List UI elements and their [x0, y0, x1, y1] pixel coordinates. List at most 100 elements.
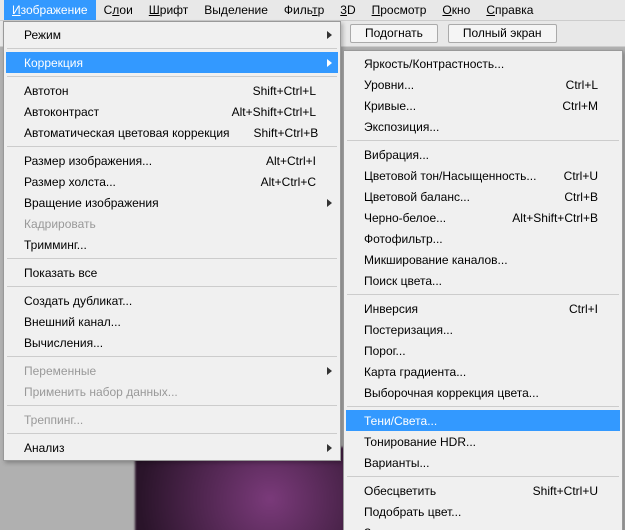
menu-item-label: Размер изображения... [24, 154, 242, 168]
adjustments-item-2[interactable]: Кривые... Ctrl+M [346, 95, 620, 116]
adjustments-item-8[interactable]: Черно-белое... Alt+Shift+Ctrl+B [346, 207, 620, 228]
image-menu-item-23: Треппинг... [6, 409, 338, 430]
menu-item-label: Вычисления... [24, 336, 316, 350]
menu-item-label: Анализ [24, 441, 316, 455]
menubar-item-изображение[interactable]: Изображение [4, 0, 96, 20]
menu-item-label: Автотон [24, 84, 229, 98]
image-menu-item-5[interactable]: АвтоконтрастAlt+Shift+Ctrl+L [6, 101, 338, 122]
image-menu-separator [7, 258, 337, 259]
menu-item-shortcut: Shift+Ctrl+L [253, 84, 316, 98]
adjustments-item-6[interactable]: Цветовой тон/Насыщенность... Ctrl+U [346, 165, 620, 186]
chevron-right-icon [327, 199, 332, 207]
adjustments-item-17[interactable]: Выборочная коррекция цвета... [346, 382, 620, 403]
menu-item-shortcut: Ctrl+L [566, 78, 598, 92]
image-menu-separator [7, 405, 337, 406]
fit-button[interactable]: Подогнать [350, 24, 438, 43]
menu-item-label: Внешний канал... [24, 315, 316, 329]
image-menu-separator [7, 76, 337, 77]
adjustments-item-5[interactable]: Вибрация... [346, 144, 620, 165]
adjustments-item-23[interactable]: ОбесцветитьShift+Ctrl+U [346, 480, 620, 501]
image-menu-separator [7, 48, 337, 49]
menu-item-shortcut: Ctrl+U [564, 169, 598, 183]
image-menu-item-12[interactable]: Тримминг... [6, 234, 338, 255]
menu-item-label: Инверсия [364, 302, 545, 316]
chevron-right-icon [327, 367, 332, 375]
adjustments-item-14[interactable]: Постеризация... [346, 319, 620, 340]
menu-item-label: Размер холста... [24, 175, 237, 189]
menu-item-label: Автоматическая цветовая коррекция [24, 126, 230, 140]
adjustments-separator [347, 294, 619, 295]
menu-item-label: Порог... [364, 344, 598, 358]
adjustments-item-3[interactable]: Экспозиция... [346, 116, 620, 137]
image-menu-item-9[interactable]: Размер холста...Alt+Ctrl+C [6, 171, 338, 192]
adjustments-item-13[interactable]: Инверсия Ctrl+I [346, 298, 620, 319]
image-menu-item-11: Кадрировать [6, 213, 338, 234]
menubar-item-шрифт[interactable]: Шрифт [141, 0, 196, 20]
menubar-item-справка[interactable]: Справка [478, 0, 541, 20]
menu-item-shortcut: Ctrl+M [562, 99, 598, 113]
image-menu-item-25[interactable]: Анализ [6, 437, 338, 458]
adjustments-separator [347, 406, 619, 407]
image-menu-item-21: Применить набор данных... [6, 381, 338, 402]
adjustments-item-7[interactable]: Цветовой баланс...Ctrl+B [346, 186, 620, 207]
adjustments-item-11[interactable]: Поиск цвета... [346, 270, 620, 291]
menu-item-label: Коррекция [24, 56, 316, 70]
menubar-item-выделение[interactable]: Выделение [196, 0, 276, 20]
image-menu-item-10[interactable]: Вращение изображения [6, 192, 338, 213]
adjustments-separator [347, 476, 619, 477]
menu-item-label: Вращение изображения [24, 196, 316, 210]
image-menu-separator [7, 146, 337, 147]
menubar-item-слои[interactable]: Слои [96, 0, 141, 20]
menu-item-label: Заменить цвет... [364, 526, 598, 530]
adjustments-item-16[interactable]: Карта градиента... [346, 361, 620, 382]
menu-item-shortcut: Ctrl+B [564, 190, 598, 204]
menu-item-label: Треппинг... [24, 413, 316, 427]
menu-item-shortcut: Alt+Shift+Ctrl+B [512, 211, 598, 225]
chevron-right-icon [327, 444, 332, 452]
adjustments-item-10[interactable]: Микширование каналов... [346, 249, 620, 270]
chevron-right-icon [327, 59, 332, 67]
adjustments-item-1[interactable]: Уровни... Ctrl+L [346, 74, 620, 95]
image-menu-item-8[interactable]: Размер изображения...Alt+Ctrl+I [6, 150, 338, 171]
menu-item-shortcut: Shift+Ctrl+B [254, 126, 319, 140]
fullscreen-button[interactable]: Полный экран [448, 24, 557, 43]
menubar-item-окно[interactable]: Окно [434, 0, 478, 20]
adjustments-item-15[interactable]: Порог... [346, 340, 620, 361]
menubar-item-3d[interactable]: 3D [332, 0, 363, 20]
adjustments-item-21[interactable]: Варианты... [346, 452, 620, 473]
menu-item-label: Вибрация... [364, 148, 598, 162]
menu-item-label: Цветовой тон/Насыщенность... [364, 169, 540, 183]
image-menu-separator [7, 356, 337, 357]
menu-item-label: Поиск цвета... [364, 274, 598, 288]
menu-item-label: Кривые... [364, 99, 538, 113]
menu-item-label: Карта градиента... [364, 365, 598, 379]
image-menu-item-6[interactable]: Автоматическая цветовая коррекция Shift+C… [6, 122, 338, 143]
adjustments-item-20[interactable]: Тонирование HDR... [346, 431, 620, 452]
menubar-item-просмотр[interactable]: Просмотр [364, 0, 435, 20]
menu-item-shortcut: Ctrl+I [569, 302, 598, 316]
adjustments-submenu: Яркость/Контрастность... Уровни... Ctrl+L К… [343, 50, 623, 530]
menu-item-label: Микширование каналов... [364, 253, 598, 267]
image-menu-item-16[interactable]: Создать дубликат... [6, 290, 338, 311]
image-menu-item-17[interactable]: Внешний канал... [6, 311, 338, 332]
adjustments-item-25[interactable]: Заменить цвет... [346, 522, 620, 530]
menubar-item-фильтр[interactable]: Фильтр [276, 0, 332, 20]
image-menu-item-2[interactable]: Коррекция [6, 52, 338, 73]
adjustments-item-0[interactable]: Яркость/Контрастность... [346, 53, 620, 74]
adjustments-item-24[interactable]: Подобрать цвет... [346, 501, 620, 522]
menu-item-label: Уровни... [364, 78, 542, 92]
adjustments-item-9[interactable]: Фотофильтр... [346, 228, 620, 249]
menu-item-label: Подобрать цвет... [364, 505, 598, 519]
image-menu-item-0[interactable]: Режим [6, 24, 338, 45]
adjustments-item-19[interactable]: Тени/Света... [346, 410, 620, 431]
menu-item-label: Обесцветить [364, 484, 509, 498]
image-menu-item-18[interactable]: Вычисления... [6, 332, 338, 353]
menu-item-label: Применить набор данных... [24, 385, 316, 399]
menu-item-shortcut: Alt+Shift+Ctrl+L [232, 105, 316, 119]
menu-item-label: Тримминг... [24, 238, 316, 252]
image-menu-item-14[interactable]: Показать все [6, 262, 338, 283]
image-menu-item-4[interactable]: Автотон Shift+Ctrl+L [6, 80, 338, 101]
menu-item-label: Экспозиция... [364, 120, 598, 134]
menu-item-label: Черно-белое... [364, 211, 488, 225]
menu-item-label: Показать все [24, 266, 316, 280]
